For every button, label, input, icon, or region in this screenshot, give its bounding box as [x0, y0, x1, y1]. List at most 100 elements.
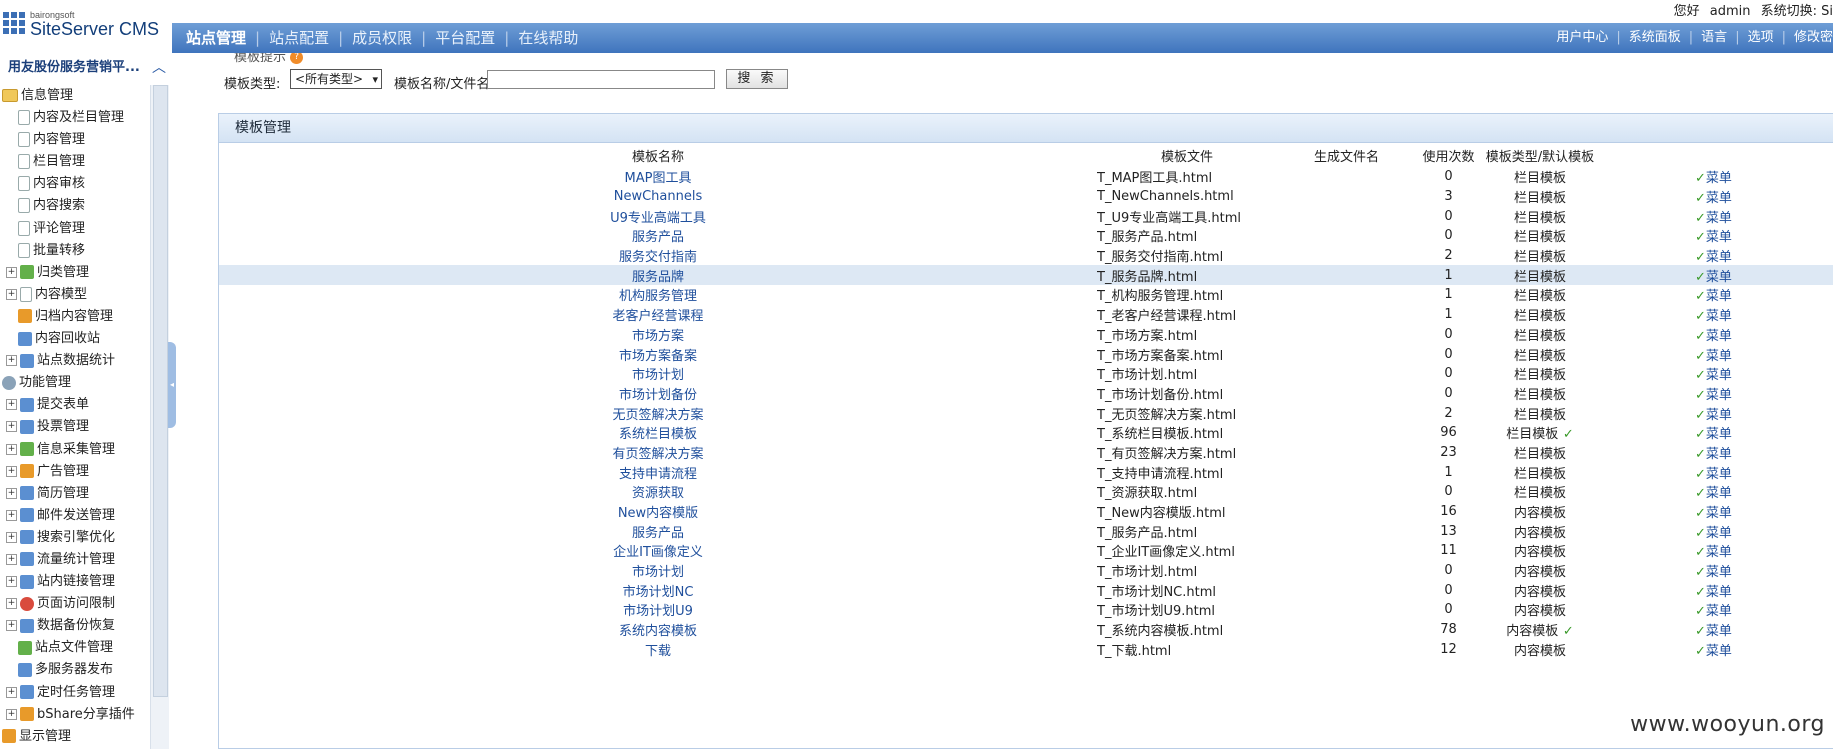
table-row[interactable]: 服务交付指南 T_服务交付指南.html 2 栏目模板 ✓菜单: [219, 246, 1833, 266]
template-name-link[interactable]: 无页签解决方案: [219, 403, 1097, 423]
tab-4[interactable]: 在线帮助: [518, 29, 578, 47]
sidebar-item[interactable]: 内容回收站: [0, 328, 160, 350]
sidebar-item[interactable]: + 广告管理: [0, 461, 160, 483]
table-row[interactable]: NewChannels T_NewChannels.html 3 栏目模板 ✓菜单: [219, 187, 1833, 207]
expand-icon[interactable]: +: [6, 443, 17, 455]
table-row[interactable]: 企业IT画像定义 T_企业IT画像定义.html 11 内容模板 ✓菜单: [219, 541, 1833, 561]
expand-icon[interactable]: +: [6, 465, 17, 477]
tab-3[interactable]: 平台配置: [435, 29, 495, 47]
template-name-link[interactable]: 服务产品: [219, 521, 1097, 541]
sidebar-item[interactable]: + 简历管理: [0, 483, 160, 505]
menu-link[interactable]: 菜单: [1706, 526, 1732, 541]
scrollbar-thumb[interactable]: [153, 85, 168, 697]
menu-link[interactable]: 菜单: [1706, 270, 1732, 285]
menu-link[interactable]: 菜单: [1706, 368, 1732, 383]
sidebar-item[interactable]: + 页面访问限制: [0, 593, 160, 615]
site-title[interactable]: 用友股份服务营销平...: [0, 53, 158, 83]
sidebar-item[interactable]: 内容及栏目管理: [0, 107, 160, 129]
search-button[interactable]: 搜 索: [726, 69, 788, 89]
template-name-link[interactable]: 服务交付指南: [219, 246, 1097, 266]
tab-0[interactable]: 站点管理: [186, 29, 246, 47]
template-name-link[interactable]: 机构服务管理: [219, 285, 1097, 305]
expand-icon[interactable]: +: [6, 399, 17, 411]
help-icon[interactable]: ?: [290, 53, 304, 64]
username-link[interactable]: admin: [1710, 4, 1751, 19]
sidebar-item[interactable]: + 信息采集管理: [0, 439, 160, 461]
menu-link[interactable]: 菜单: [1706, 211, 1732, 226]
sidebar-item[interactable]: + 提交表单: [0, 394, 160, 416]
table-row[interactable]: 市场计划NC T_市场计划NC.html 0 内容模板 ✓菜单: [219, 580, 1833, 600]
expand-icon[interactable]: +: [6, 266, 17, 278]
expand-icon[interactable]: +: [6, 355, 17, 367]
sidebar-item[interactable]: 站点文件管理: [0, 637, 160, 659]
template-name-link[interactable]: U9专业高端工具: [219, 206, 1097, 226]
sidebar-item[interactable]: + bShare分享插件: [0, 704, 160, 726]
menu-link[interactable]: 菜单: [1706, 230, 1732, 245]
table-row[interactable]: 市场计划U9 T_市场计划U9.html 0 内容模板 ✓菜单: [219, 600, 1833, 620]
template-name-link[interactable]: 服务品牌: [219, 265, 1097, 286]
right-nav-item[interactable]: 修改密: [1794, 30, 1833, 45]
sidebar-item[interactable]: + 搜索引擎优化: [0, 527, 160, 549]
expand-icon[interactable]: +: [6, 531, 17, 543]
template-name-link[interactable]: 老客户经营课程: [219, 305, 1097, 325]
menu-link[interactable]: 菜单: [1706, 309, 1732, 324]
template-name-link[interactable]: 市场计划: [219, 364, 1097, 384]
table-row[interactable]: 服务品牌 T_服务品牌.html 1 栏目模板 ✓菜单: [219, 265, 1833, 286]
template-name-link[interactable]: 市场方案: [219, 325, 1097, 345]
table-row[interactable]: 市场计划 T_市场计划.html 0 栏目模板 ✓菜单: [219, 364, 1833, 384]
expand-icon[interactable]: +: [6, 509, 17, 521]
sidebar-item[interactable]: 内容审核: [0, 173, 160, 195]
system-switch-link[interactable]: 系统切换: Si: [1761, 4, 1833, 19]
expand-icon[interactable]: +: [6, 421, 17, 433]
menu-link[interactable]: 菜单: [1706, 427, 1732, 442]
menu-link[interactable]: 菜单: [1706, 585, 1732, 600]
sidebar-item[interactable]: 评论管理: [0, 218, 160, 240]
tab-2[interactable]: 成员权限: [352, 29, 412, 47]
sidebar-item[interactable]: + 数据备份恢复: [0, 615, 160, 637]
template-name-link[interactable]: 下载: [219, 640, 1097, 660]
chevron-up-icon[interactable]: ︿: [150, 59, 168, 77]
sidebar-item[interactable]: + 归类管理: [0, 262, 160, 284]
expand-icon[interactable]: +: [6, 598, 17, 610]
right-nav-item[interactable]: 系统面板: [1629, 30, 1681, 45]
template-name-link[interactable]: 市场方案备案: [219, 344, 1097, 364]
template-name-input[interactable]: [487, 70, 715, 89]
sidebar-item[interactable]: + 定时任务管理: [0, 682, 160, 704]
sidebar-item[interactable]: + 投票管理: [0, 416, 160, 438]
table-row[interactable]: 系统内容模板 T_系统内容模板.html 78 内容模板 ✓ ✓菜单: [219, 620, 1833, 640]
expand-icon[interactable]: +: [6, 553, 17, 565]
table-row[interactable]: 下载 T_下载.html 12 内容模板 ✓菜单: [219, 640, 1833, 660]
right-nav-item[interactable]: 语言: [1701, 30, 1727, 45]
menu-link[interactable]: 菜单: [1706, 447, 1732, 462]
menu-link[interactable]: 菜单: [1706, 388, 1732, 403]
template-name-link[interactable]: 市场计划: [219, 561, 1097, 581]
menu-link[interactable]: 菜单: [1706, 329, 1732, 344]
sidebar-scrollbar[interactable]: [150, 85, 169, 749]
expand-icon[interactable]: +: [6, 288, 17, 300]
sidebar-item[interactable]: + 流量统计管理: [0, 549, 160, 571]
template-name-link[interactable]: 资源获取: [219, 482, 1097, 502]
menu-link[interactable]: 菜单: [1706, 565, 1732, 580]
sidebar-item[interactable]: + 站内链接管理: [0, 571, 160, 593]
sidebar-item[interactable]: 显示管理: [0, 726, 160, 748]
sidebar-item[interactable]: 归档内容管理: [0, 306, 160, 328]
expand-icon[interactable]: +: [6, 487, 17, 499]
table-row[interactable]: 老客户经营课程 T_老客户经营课程.html 1 栏目模板 ✓菜单: [219, 305, 1833, 325]
table-row[interactable]: MAP图工具 T_MAP图工具.html 0 栏目模板 ✓菜单: [219, 167, 1833, 187]
menu-link[interactable]: 菜单: [1706, 467, 1732, 482]
table-row[interactable]: 服务产品 T_服务产品.html 13 内容模板 ✓菜单: [219, 521, 1833, 541]
template-name-link[interactable]: 支持申请流程: [219, 462, 1097, 482]
table-row[interactable]: 服务产品 T_服务产品.html 0 栏目模板 ✓菜单: [219, 226, 1833, 246]
sidebar-item[interactable]: 栏目管理: [0, 151, 160, 173]
table-row[interactable]: 支持申请流程 T_支持申请流程.html 1 栏目模板 ✓菜单: [219, 462, 1833, 482]
template-name-link[interactable]: NewChannels: [219, 187, 1097, 207]
right-nav-item[interactable]: 用户中心: [1556, 30, 1608, 45]
sidebar-item[interactable]: + 邮件发送管理: [0, 505, 160, 527]
table-row[interactable]: New内容模版 T_New内容模版.html 16 内容模板 ✓菜单: [219, 502, 1833, 522]
table-row[interactable]: 无页签解决方案 T_无页签解决方案.html 2 栏目模板 ✓菜单: [219, 403, 1833, 423]
table-row[interactable]: 市场计划备份 T_市场计划备份.html 0 栏目模板 ✓菜单: [219, 384, 1833, 404]
menu-link[interactable]: 菜单: [1706, 191, 1732, 206]
template-name-link[interactable]: 市场计划NC: [219, 580, 1097, 600]
menu-link[interactable]: 菜单: [1706, 408, 1732, 423]
menu-link[interactable]: 菜单: [1706, 250, 1732, 265]
